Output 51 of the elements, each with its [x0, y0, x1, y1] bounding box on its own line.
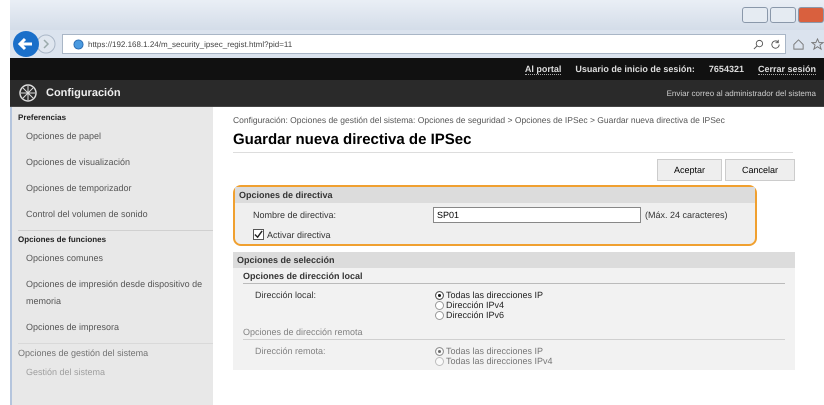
subsection-title: Opciones de dirección local	[243, 268, 785, 284]
radio-label: Todas las direcciones IPv4	[446, 356, 553, 366]
section-title: Opciones de selección	[233, 252, 795, 268]
radio-button[interactable]	[435, 310, 444, 320]
maximize-button[interactable]	[770, 7, 796, 23]
sidebar-item[interactable]: Opciones de impresión desde dispositivo de memoria	[18, 274, 213, 317]
subsection-title: Opciones de dirección remota	[243, 324, 785, 340]
cancel-button[interactable]: Cancelar	[724, 159, 795, 181]
close-button[interactable]	[798, 7, 824, 23]
home-icon[interactable]	[792, 38, 805, 50]
search-icon[interactable]	[753, 38, 764, 50]
url-text: https://192.168.1.24/m_security_ipsec_regist.html?pid=11	[88, 40, 294, 48]
page-title: Guardar nueva directiva de IPSec	[233, 131, 793, 153]
field-label: Dirección remota:	[255, 346, 327, 358]
checkbox-label: Activar directiva	[267, 230, 331, 240]
radio-button[interactable]	[435, 300, 444, 310]
sidebar-item[interactable]: Opciones de visualización	[18, 152, 213, 178]
checkbox[interactable]	[253, 229, 264, 240]
sidebar-item[interactable]: Opciones de papel	[18, 126, 213, 152]
radio-button[interactable]	[435, 346, 444, 356]
portal-link[interactable]: Al portal	[524, 64, 562, 74]
login-label: Usuario de inicio de sesión:	[575, 64, 695, 74]
sidebar-item[interactable]: Opciones comunes	[18, 248, 213, 274]
back-button[interactable]	[12, 30, 40, 58]
minimize-button[interactable]	[742, 7, 768, 23]
radio-label: Todas las direcciones IP	[446, 346, 544, 356]
login-user: 7654321	[708, 64, 744, 74]
policy-name-field[interactable]: SP01	[433, 207, 641, 223]
sidebar-item[interactable]: Opciones de impresora	[18, 317, 213, 343]
field-hint: (Máx. 24 caracteres)	[645, 210, 728, 220]
app-title: Configuración	[46, 87, 122, 99]
radio-label: Dirección IPv4	[446, 300, 504, 310]
sidebar-item[interactable]: Opciones de temporizador	[18, 178, 213, 204]
radio-label: Todas las direcciones IP	[446, 290, 544, 300]
sidebar-heading: Preferencias	[18, 112, 68, 124]
address-bar[interactable]: https://192.168.1.24/m_security_ipsec_regist.html?pid=11	[62, 34, 786, 54]
logout-link[interactable]: Cerrar sesión	[758, 64, 816, 74]
sidebar-item[interactable]: Control del volumen de sonido	[18, 204, 213, 230]
breadcrumb: Configuración: Opciones de gestión del sistema: Opciones de seguridad > Opciones de IPSec > Guardar nueva directiva de IPSec	[233, 115, 726, 125]
star-icon[interactable]	[811, 38, 824, 50]
radio-button[interactable]	[435, 290, 444, 300]
radio-label: Dirección IPv6	[446, 310, 504, 320]
forward-button[interactable]	[36, 34, 56, 54]
mail-admin-link[interactable]: Enviar correo al administrador del sistema	[666, 88, 816, 98]
sidebar-heading[interactable]: Opciones de gestión del sistema	[18, 343, 213, 362]
section-title: Opciones de directiva	[235, 187, 755, 203]
refresh-icon[interactable]	[770, 38, 781, 50]
field-label: Dirección local:	[255, 290, 318, 302]
accept-button[interactable]: Aceptar	[656, 159, 722, 181]
sidebar-heading: Opciones de funciones	[18, 230, 213, 248]
field-label: Nombre de directiva:	[253, 210, 338, 220]
